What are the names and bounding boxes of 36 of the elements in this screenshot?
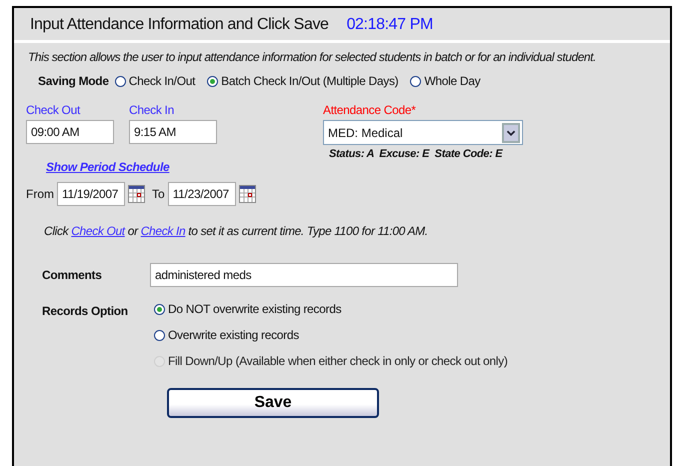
check-out-link[interactable]: Check Out: [71, 224, 125, 238]
caret-icon: [502, 122, 520, 142]
calendar-icon[interactable]: [128, 185, 145, 203]
radio-circle[interactable]: [114, 76, 126, 86]
field-label: To: [152, 187, 165, 201]
radio-circle[interactable]: [410, 76, 422, 86]
date-field[interactable]: 11/19/2007: [57, 182, 125, 206]
time-field[interactable]: 9:15 AM: [129, 120, 217, 144]
field-label: Check Out: [26, 103, 82, 117]
field-label: From: [26, 187, 54, 201]
radio-option[interactable]: Do NOT overwrite existing records: [154, 302, 508, 316]
form-title: Input Attendance Information and Click Save: [30, 16, 329, 34]
time-field[interactable]: 09:00 AM: [26, 120, 114, 144]
calendar-icon[interactable]: [238, 185, 256, 203]
field-label: Check In: [129, 103, 175, 117]
period-schedule-link[interactable]: Show Period Schedule: [46, 160, 170, 174]
radio-option[interactable]: Overwrite existing records: [154, 328, 508, 342]
field-label: Records Option: [42, 303, 129, 320]
radio-option[interactable]: Check In/Out: [114, 74, 196, 88]
check-in-link[interactable]: Check In: [140, 224, 186, 238]
radio-option[interactable]: Batch Check In/Out (Multiple Days): [207, 74, 398, 88]
field-label: Comments: [42, 268, 103, 282]
radio-circle[interactable]: [207, 76, 218, 86]
radio-circle[interactable]: [154, 304, 165, 314]
radio-option[interactable]: Whole Day: [410, 74, 480, 88]
clock-time: 02:18:47 PM: [346, 16, 433, 34]
description-text: This section allows the user to input attendance information for selected students in batch or for an individual student.: [27, 49, 597, 64]
save-button[interactable]: Save: [167, 388, 379, 418]
date-field[interactable]: 11/23/2007: [168, 182, 236, 206]
field-label: Saving Mode: [38, 74, 109, 88]
comments-field[interactable]: administered meds: [150, 263, 458, 287]
hint-text: Click Check Out or Check In to set it as current time. Type 1100 for 11:00 AM.: [43, 223, 429, 238]
code-details: Status: A Excuse: E State Code: E: [328, 148, 504, 160]
field-label: Attendance Code*: [323, 103, 417, 117]
attendance-code-dropdown[interactable]: MED: Medical: [323, 120, 523, 145]
radio-circle[interactable]: [154, 330, 165, 340]
